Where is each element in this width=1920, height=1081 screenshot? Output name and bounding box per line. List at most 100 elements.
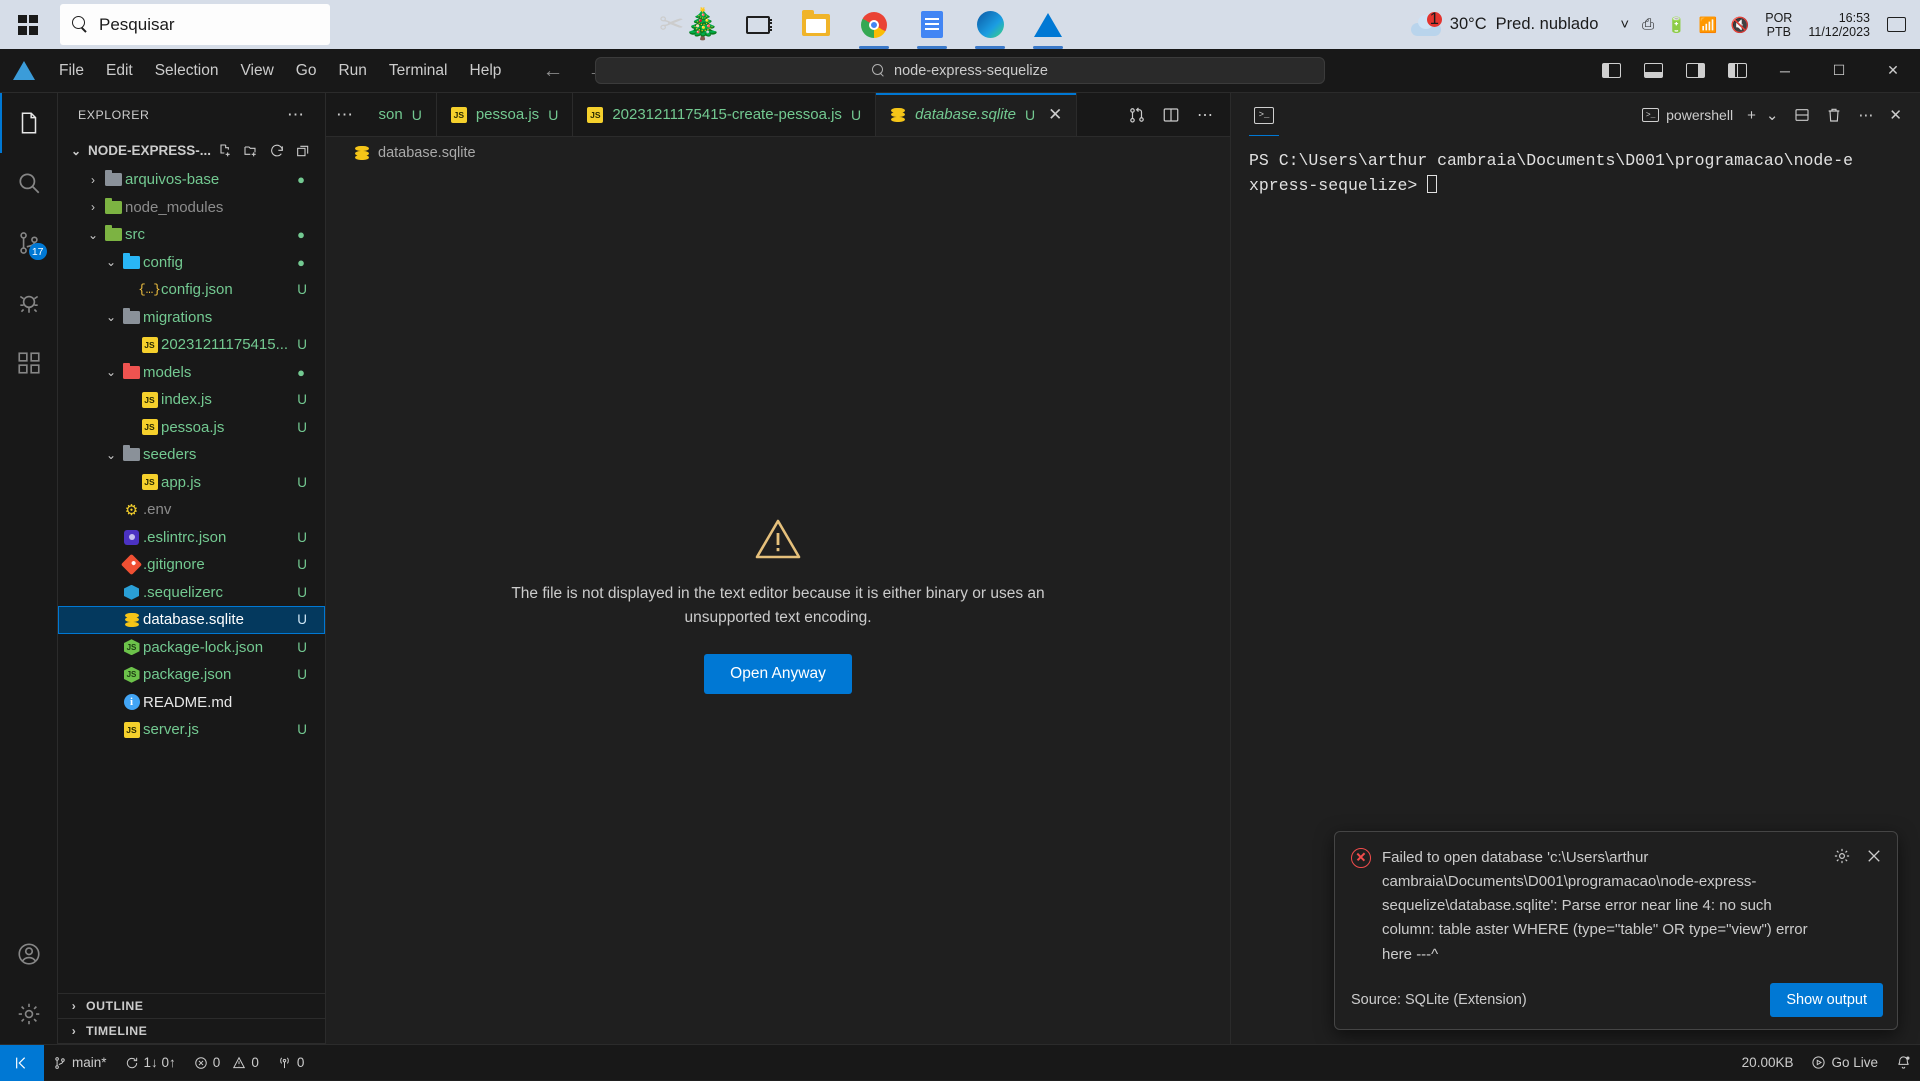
menu-view[interactable]: View: [229, 58, 284, 84]
volume-mute-icon[interactable]: 🔇: [1731, 16, 1750, 34]
menu-run[interactable]: Run: [327, 58, 377, 84]
menu-edit[interactable]: Edit: [95, 58, 144, 84]
kill-terminal-button[interactable]: [1818, 99, 1850, 131]
screen-cast-icon[interactable]: ⎙: [1642, 16, 1654, 33]
toggle-panel-button[interactable]: [1632, 49, 1674, 93]
manage-settings-button[interactable]: [0, 984, 58, 1044]
command-center[interactable]: node-express-sequelize: [595, 57, 1325, 84]
show-output-button[interactable]: Show output: [1770, 983, 1883, 1017]
tab-database-sqlite[interactable]: database.sqlite U ✕: [876, 93, 1078, 136]
split-editor-button[interactable]: [1154, 93, 1188, 137]
tree-row-readme[interactable]: i README.md: [58, 689, 325, 717]
tree-row-node-modules[interactable]: › node_modules: [58, 194, 325, 222]
status-notifications[interactable]: [1887, 1045, 1920, 1081]
status-ports[interactable]: 0: [268, 1045, 314, 1081]
tab-pessoa-js[interactable]: JS pessoa.js U: [436, 93, 574, 136]
toggle-primary-sidebar-button[interactable]: [1590, 49, 1632, 93]
panel-more-actions-button[interactable]: ⋯: [1850, 99, 1881, 131]
tree-row-database-sqlite[interactable]: database.sqlite U: [58, 606, 325, 634]
edge-button[interactable]: [961, 0, 1019, 49]
window-maximize-button[interactable]: ☐: [1812, 49, 1866, 93]
customize-layout-button[interactable]: [1716, 49, 1758, 93]
toggle-secondary-sidebar-button[interactable]: [1674, 49, 1716, 93]
status-branch[interactable]: main*: [44, 1045, 116, 1081]
status-filesize[interactable]: 20.00KB: [1733, 1045, 1803, 1081]
taskbar-search-box[interactable]: Pesquisar: [60, 4, 330, 45]
section-timeline[interactable]: › TIMELINE: [58, 1019, 325, 1044]
tab-create-pessoa-migration[interactable]: JS 20231211175415-create-pessoa.js U: [573, 93, 877, 136]
snipping-tool-icon[interactable]: ✂🎄: [651, 7, 729, 42]
split-terminal-button[interactable]: [1786, 99, 1818, 131]
status-sync[interactable]: 1↓ 0↑: [116, 1045, 185, 1081]
close-panel-button[interactable]: ✕: [1881, 99, 1910, 131]
menu-help[interactable]: Help: [459, 58, 513, 84]
tree-row-sequelizerc[interactable]: .sequelizerc U: [58, 579, 325, 607]
tree-row-pessoa-js[interactable]: JS pessoa.js U: [58, 414, 325, 442]
new-terminal-button[interactable]: +: [1739, 99, 1764, 131]
breadcrumb[interactable]: database.sqlite: [326, 137, 1230, 169]
battery-icon[interactable]: 🔋: [1667, 16, 1686, 34]
open-anyway-button[interactable]: Open Anyway: [704, 653, 852, 694]
task-view-button[interactable]: [729, 0, 787, 49]
close-icon[interactable]: [1865, 847, 1883, 865]
project-root-row[interactable]: ⌄ NODE-EXPRESS-...: [58, 137, 325, 164]
sidebar-item-search[interactable]: [0, 153, 58, 213]
section-outline[interactable]: › OUTLINE: [58, 994, 325, 1019]
menu-go[interactable]: Go: [285, 58, 328, 84]
start-button[interactable]: [0, 14, 56, 35]
menu-file[interactable]: File: [48, 58, 95, 84]
tree-row-app-js[interactable]: JS app.js U: [58, 469, 325, 497]
tree-row-package-lock-json[interactable]: JS package-lock.json U: [58, 634, 325, 662]
tabs-overflow-icon[interactable]: ⋯: [326, 93, 365, 136]
status-problems[interactable]: 0 0: [185, 1045, 268, 1081]
google-docs-button[interactable]: [903, 0, 961, 49]
tree-row-models[interactable]: ⌄ models ●: [58, 359, 325, 387]
sidebar-item-run-debug[interactable]: [0, 273, 58, 333]
wifi-icon[interactable]: 📶: [1699, 16, 1718, 34]
sidebar-item-explorer[interactable]: [0, 93, 58, 153]
tree-row-eslintrc[interactable]: .eslintrc.json U: [58, 524, 325, 552]
weather-widget[interactable]: 1 30°C Pred. nublado: [1399, 0, 1611, 49]
sidebar-item-extensions[interactable]: [0, 333, 58, 393]
tab-close-icon[interactable]: ✕: [1048, 105, 1062, 125]
tab-terminal[interactable]: >_: [1249, 100, 1279, 136]
go-back-icon[interactable]: ←: [542, 59, 563, 83]
tree-row-src[interactable]: ⌄ src ●: [58, 221, 325, 249]
tab-json-partial[interactable]: son U: [364, 93, 437, 136]
tree-row-server-js[interactable]: JS server.js U: [58, 716, 325, 744]
new-folder-icon[interactable]: [243, 143, 259, 159]
notification-center-button[interactable]: [1880, 11, 1914, 39]
clock[interactable]: 16:53 11/12/2023: [1798, 11, 1880, 39]
tree-row-index-js[interactable]: JS index.js U: [58, 386, 325, 414]
active-shell[interactable]: >_ powershell: [1642, 107, 1739, 123]
tree-row-migration-file[interactable]: JS 20231211175415... U: [58, 331, 325, 359]
tree-row-migrations[interactable]: ⌄ migrations: [58, 304, 325, 332]
menu-terminal[interactable]: Terminal: [378, 58, 459, 84]
tree-row-seeders[interactable]: ⌄ seeders: [58, 441, 325, 469]
terminal-dropdown-icon[interactable]: ⌄: [1764, 99, 1787, 131]
chevron-up-icon[interactable]: ˅: [1620, 16, 1629, 33]
status-go-live[interactable]: Go Live: [1802, 1045, 1887, 1081]
tree-row-gitignore[interactable]: .gitignore U: [58, 551, 325, 579]
window-minimize-button[interactable]: ─: [1758, 49, 1812, 93]
tree-row-package-json[interactable]: JS package.json U: [58, 661, 325, 689]
tree-row-config-json[interactable]: {…} config.json U: [58, 276, 325, 304]
refresh-icon[interactable]: [269, 143, 285, 159]
language-indicator[interactable]: POR PTB: [1759, 11, 1798, 39]
open-changes-button[interactable]: [1120, 93, 1154, 137]
menu-selection[interactable]: Selection: [144, 58, 230, 84]
chrome-button[interactable]: [845, 0, 903, 49]
sidebar-item-source-control[interactable]: 17: [0, 213, 58, 273]
tree-row-config[interactable]: ⌄ config ●: [58, 249, 325, 277]
tree-row-arquivos-base[interactable]: › arquivos-base ●: [58, 166, 325, 194]
file-explorer-button[interactable]: [787, 0, 845, 49]
window-close-button[interactable]: ✕: [1866, 49, 1920, 93]
collapse-all-icon[interactable]: [295, 143, 311, 159]
gear-icon[interactable]: [1833, 847, 1851, 865]
remote-window-button[interactable]: [0, 1044, 44, 1081]
accounts-button[interactable]: [0, 924, 58, 984]
tree-row-env[interactable]: ⚙ .env: [58, 496, 325, 524]
explorer-more-actions-icon[interactable]: ⋯: [287, 105, 305, 125]
vscode-button[interactable]: [1019, 0, 1077, 49]
new-file-icon[interactable]: [217, 143, 233, 159]
